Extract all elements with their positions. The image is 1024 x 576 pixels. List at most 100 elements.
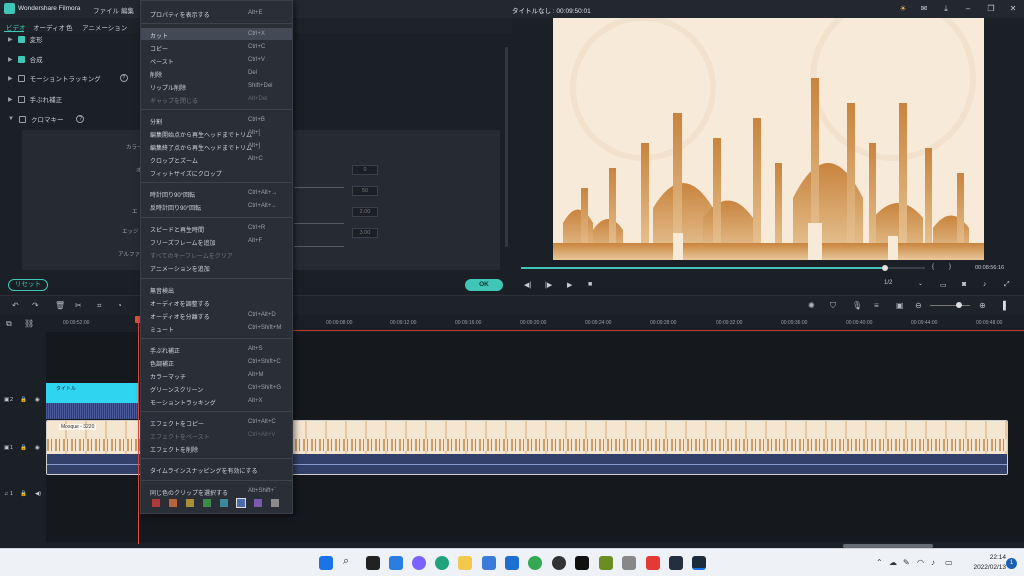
start-icon[interactable] — [319, 556, 333, 570]
tab-animation[interactable]: アニメーション — [82, 22, 127, 32]
chat-icon[interactable] — [412, 556, 426, 570]
context-menu-item[interactable]: エフェクトをコピー Ctrl+Alt+C — [141, 416, 292, 428]
stabilization-checkbox[interactable] — [17, 95, 25, 103]
timeline-zoom-handle[interactable] — [956, 302, 962, 308]
bulb-icon[interactable]: ☀ — [897, 3, 909, 15]
color-swatch[interactable] — [271, 499, 279, 507]
lock-icon[interactable]: 🔒 — [20, 445, 27, 451]
context-menu-item[interactable]: 手ぶれ補正 Alt+S — [141, 343, 292, 355]
color-swatch[interactable] — [186, 499, 194, 507]
mark-out-icon[interactable]: } — [949, 264, 951, 270]
zoom-out-icon[interactable]: ⊖ — [915, 301, 922, 310]
context-menu-item[interactable]: 無音検出 — [141, 283, 292, 295]
color-swatch[interactable] — [254, 499, 262, 507]
minimize-icon[interactable]: – — [962, 3, 974, 15]
title-clip[interactable]: タイトル — [46, 383, 138, 419]
chevron-right-icon[interactable]: ▶ — [8, 96, 13, 103]
context-menu-item[interactable]: 反時計回り90°回転 Ctrl+Alt+← — [141, 200, 292, 212]
menu-edit[interactable]: 編集 — [121, 5, 134, 15]
context-menu-item[interactable]: スピードと再生時間 Ctrl+R — [141, 222, 292, 234]
context-menu-item[interactable]: ミュート Ctrl+Shift+M — [141, 322, 292, 334]
context-menu-item[interactable]: オーディオを調整する — [141, 296, 292, 308]
help-icon[interactable]: ? — [119, 74, 128, 82]
color-swatch[interactable] — [152, 499, 160, 507]
context-menu-item[interactable]: タイムラインスナッピングを有効にする — [141, 463, 292, 475]
panel-scrollbar[interactable] — [505, 47, 508, 247]
context-menu-item[interactable]: オーディオを分離する Ctrl+Alt+D — [141, 309, 292, 321]
chroma-slider[interactable] — [294, 223, 344, 224]
fullscreen-icon[interactable]: ⤢ — [1004, 281, 1010, 289]
edge-icon[interactable] — [435, 556, 449, 570]
redo-icon[interactable]: ↷ — [32, 301, 39, 310]
explorer-icon[interactable] — [458, 556, 472, 570]
context-menu-item[interactable]: モーショントラッキング Alt+X — [141, 395, 292, 407]
notebook-icon[interactable] — [599, 556, 613, 570]
eye-icon[interactable]: ◉ — [35, 445, 40, 451]
link-icon[interactable]: ⛓ — [24, 319, 34, 328]
context-menu-item[interactable]: 編集終了点から再生ヘッドまでトリム Alt+] — [141, 140, 292, 152]
search-icon[interactable]: ⌕ — [343, 555, 349, 568]
context-menu-item[interactable]: カラーマッチ Alt+M — [141, 369, 292, 381]
context-menu-item[interactable]: 分割 Ctrl+B — [141, 114, 292, 126]
context-menu-item[interactable]: アニメーションを追加 — [141, 261, 292, 273]
context-menu-item[interactable]: エフェクトを削除 — [141, 442, 292, 454]
monitor-icon[interactable]: ▭ — [940, 281, 947, 289]
tab-audio[interactable]: オーディオ — [33, 22, 65, 32]
chroma-value-field[interactable]: 2.00 — [352, 207, 378, 217]
stop-icon[interactable]: ■ — [588, 281, 592, 288]
clock-date[interactable]: 2022/02/13 — [960, 564, 1006, 571]
trash-icon[interactable]: 🗑 — [55, 301, 65, 310]
chevron-right-icon[interactable]: ▶ — [8, 56, 13, 63]
scissors-icon[interactable]: ✂ — [75, 301, 82, 310]
task-view-icon[interactable] — [366, 556, 380, 570]
add-track-icon[interactable]: ⧉ — [6, 319, 12, 329]
chroma-slider[interactable] — [294, 187, 344, 188]
context-menu-item[interactable]: グリーンスクリーン Ctrl+Shift+G — [141, 382, 292, 394]
youtube-icon[interactable] — [646, 556, 660, 570]
lock-icon[interactable]: 🔒 — [20, 397, 27, 403]
context-menu-item[interactable]: 同じ色のクリップを選択する Alt+Shift+` — [141, 485, 292, 497]
menu-file[interactable]: ファイル — [93, 5, 119, 15]
context-menu-item[interactable]: フリーズフレームを追加 Alt+F — [141, 235, 292, 247]
panel-toggle-icon[interactable]: ▌ — [1003, 301, 1009, 310]
reset-button[interactable]: リセット — [8, 279, 48, 291]
color-swatch[interactable] — [169, 499, 177, 507]
pen-icon[interactable]: ✎ — [903, 558, 910, 567]
help-icon[interactable]: ? — [76, 115, 85, 123]
tab-color[interactable]: 色 — [66, 22, 73, 32]
context-menu-item[interactable]: 削除 Del — [141, 67, 292, 79]
context-menu-item[interactable]: フィットサイズにクロップ — [141, 166, 292, 178]
context-menu-item[interactable]: クロップとズーム Alt+C — [141, 153, 292, 165]
chroma-value-field[interactable]: 0 — [352, 165, 378, 175]
context-menu-item[interactable]: 編集開始点から再生ヘッドまでトリム Alt+[ — [141, 127, 292, 139]
row-stabilization[interactable]: ▶ 手ぶれ補正 — [8, 94, 62, 104]
preview-zoom-select[interactable]: 1/2 ⌄ — [884, 280, 924, 290]
wifi-icon[interactable]: ◠ — [917, 558, 924, 567]
chroma-value-field[interactable]: 3.00 — [352, 228, 378, 238]
download-icon[interactable]: ⤓ — [940, 3, 952, 15]
battery-icon[interactable]: ▭ — [945, 558, 953, 567]
app-icon[interactable] — [552, 556, 566, 570]
preview-progress-bar[interactable] — [521, 265, 925, 271]
context-menu-item[interactable]: 時計回り90°回転 Ctrl+Alt+→ — [141, 187, 292, 199]
crop-icon[interactable]: ⌗ — [97, 301, 102, 311]
audio-mix-icon[interactable]: ≡ — [874, 301, 879, 310]
clock-time[interactable]: 22:14 — [966, 554, 1006, 561]
chevron-down-icon[interactable]: ▼ — [8, 116, 14, 122]
restore-icon[interactable]: ❐ — [985, 3, 997, 15]
color-swatch[interactable] — [203, 499, 211, 507]
motion-tracking-checkbox[interactable] — [17, 74, 25, 82]
row-composite[interactable]: ▶ 合成 — [8, 54, 43, 64]
chevron-right-icon[interactable]: ▶ — [8, 75, 13, 82]
context-menu-item[interactable]: コピー Ctrl+C — [141, 41, 292, 53]
chroma-key-checkbox[interactable] — [18, 115, 26, 123]
eye-icon[interactable]: ◉ — [35, 397, 40, 403]
context-menu-item[interactable]: ペースト Ctrl+V — [141, 54, 292, 66]
mail-icon[interactable]: ✉ — [918, 3, 930, 15]
context-menu-item[interactable]: プロパティを表示する Alt+E — [141, 7, 292, 19]
chroma-value-field[interactable]: 50 — [352, 186, 378, 196]
photos-icon[interactable] — [622, 556, 636, 570]
render-icon[interactable]: ✺ — [808, 301, 815, 310]
mark-in-icon[interactable]: { — [932, 264, 934, 270]
timeline-zoom-slider[interactable] — [930, 305, 970, 306]
